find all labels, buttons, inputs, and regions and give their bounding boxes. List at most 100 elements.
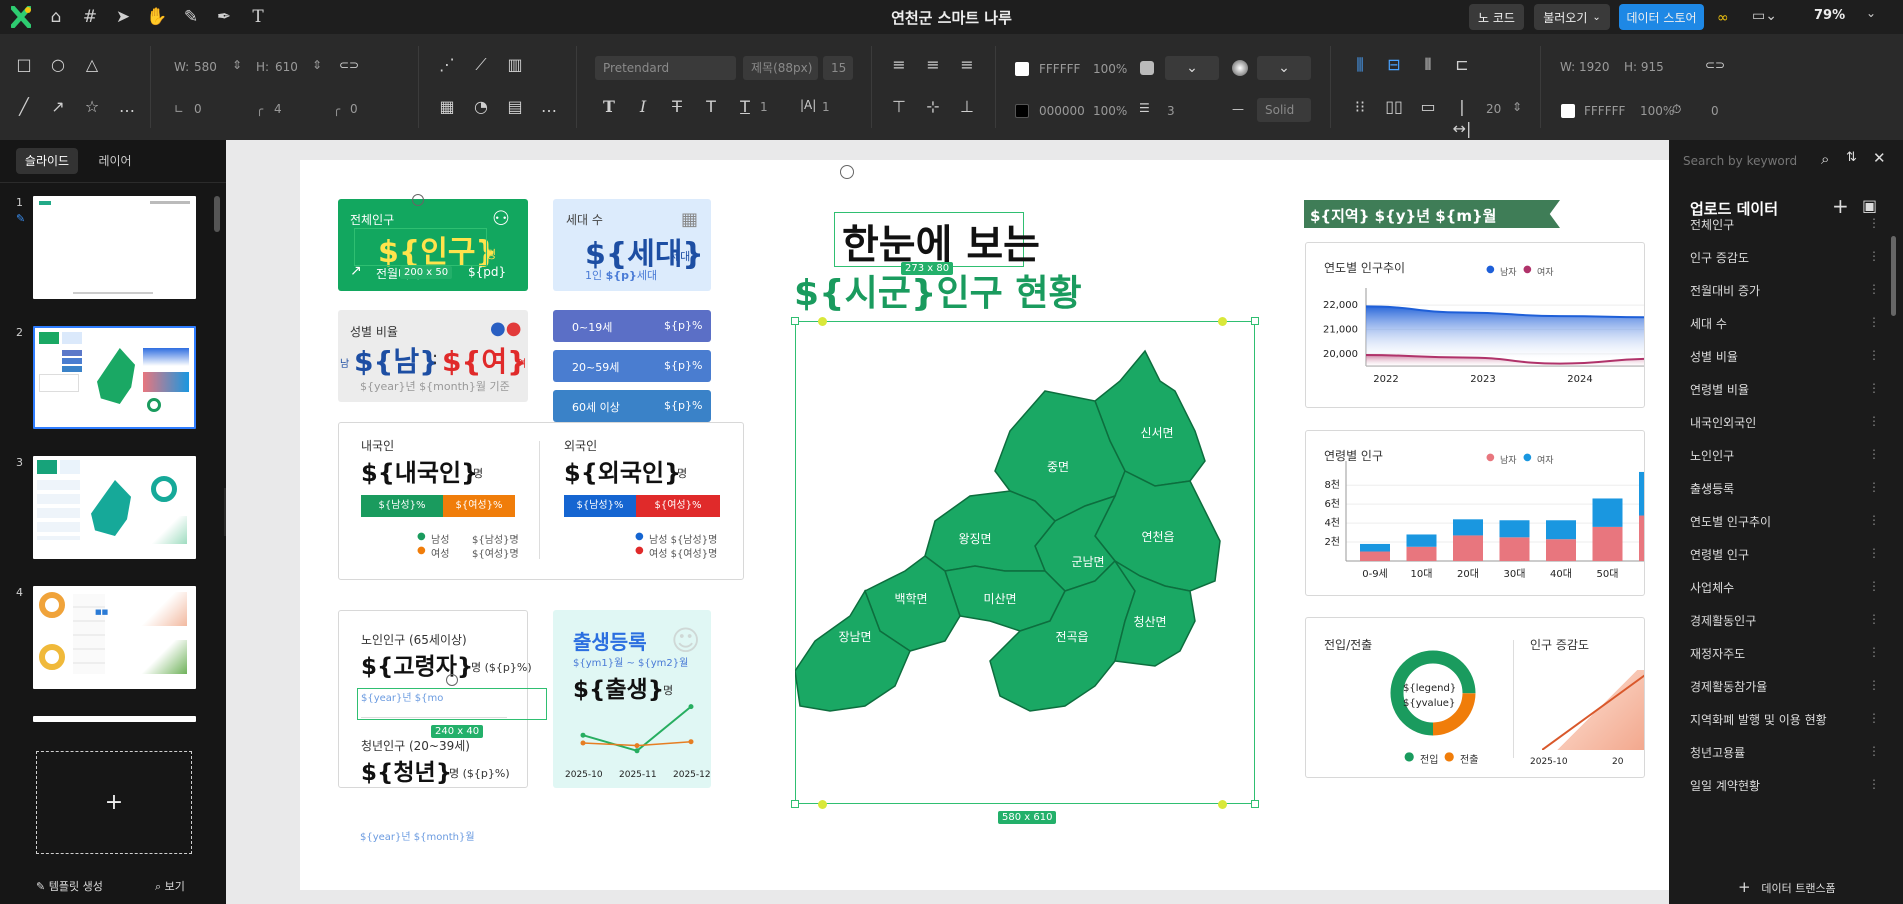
item-menu-icon[interactable]: ⋮ — [1868, 711, 1880, 725]
radius-value[interactable]: 4 — [274, 102, 282, 116]
resize-handle[interactable] — [1218, 800, 1227, 809]
item-menu-icon[interactable]: ⋮ — [1868, 249, 1880, 263]
gender-ratio-card[interactable]: 성별 비율 ●● 남 ${남} : ${여} 여 ${year}년 ${mont… — [338, 310, 528, 402]
page-fill-hex[interactable]: FFFFFF — [1584, 104, 1625, 118]
pen-icon[interactable]: ✒ — [212, 5, 236, 29]
item-menu-icon[interactable]: ⋮ — [1868, 414, 1880, 428]
data-item[interactable]: 지역화폐 발행 및 이용 현황 — [1690, 711, 1827, 728]
align-top-icon[interactable]: ⊤ — [888, 96, 910, 118]
households-card[interactable]: 세대 수 ▦ ${세대} 세대 1인 ${p}세대 — [553, 199, 711, 291]
item-menu-icon[interactable]: ⋮ — [1868, 546, 1880, 560]
data-item[interactable]: 경제활동참가율 — [1690, 678, 1767, 695]
w-stepper-icon[interactable]: ⇕ — [232, 58, 242, 72]
item-menu-icon[interactable]: ⋮ — [1868, 645, 1880, 659]
data-item[interactable]: 청년고용률 — [1690, 744, 1745, 761]
rotate-handle[interactable] — [412, 194, 424, 206]
timer-icon[interactable]: ⏱ — [1672, 102, 1681, 117]
blur-dropdown[interactable]: ⌄ — [1257, 56, 1311, 80]
line-icon[interactable]: ╱ — [13, 96, 35, 118]
fill-swatch[interactable] — [1015, 62, 1029, 76]
tab-slides[interactable]: 슬라이드 — [16, 148, 78, 174]
triangle-icon[interactable]: △ — [81, 54, 103, 76]
data-item[interactable]: 재정자주도 — [1690, 645, 1745, 662]
more-charts-icon[interactable]: … — [538, 96, 560, 118]
align-right-icon[interactable]: ≡ — [956, 54, 978, 76]
letter-spacing-icon[interactable]: |A| — [800, 98, 816, 112]
item-menu-icon[interactable]: ⋮ — [1868, 744, 1880, 758]
resize-handle[interactable] — [818, 317, 827, 326]
page-lock-icon[interactable]: ⊂⊃ — [1705, 58, 1725, 72]
search-input[interactable] — [1683, 150, 1813, 172]
zoom-chevron-icon[interactable]: ⌄ — [1866, 6, 1876, 20]
w-value[interactable]: 580 — [194, 60, 217, 74]
nationality-card[interactable]: 내국인 ${내국인} 명 ${남성}% ${여성}% ● 남성 ${남성}명 ●… — [338, 422, 744, 580]
stroke-swatch[interactable] — [1015, 104, 1029, 118]
line-height-value[interactable]: 1 — [760, 100, 768, 114]
item-menu-icon[interactable]: ⋮ — [1868, 579, 1880, 593]
page-width[interactable]: W: 1920 — [1560, 60, 1610, 74]
pie-chart-icon[interactable]: ◔ — [470, 96, 492, 118]
home-icon[interactable]: ⌂ — [44, 5, 68, 29]
scatter-chart-icon[interactable]: ⋰ — [436, 54, 458, 76]
data-item[interactable]: 전체인구 — [1690, 216, 1734, 233]
data-item[interactable]: 노인인구 — [1690, 447, 1734, 464]
close-icon[interactable]: ✕ — [1873, 149, 1886, 167]
data-item[interactable]: 전월대비 증가 — [1690, 282, 1760, 299]
font-style-input[interactable]: 제목(88px) — [743, 56, 818, 80]
ellipse-icon[interactable]: ○ — [47, 54, 69, 76]
data-item[interactable]: 연도별 인구추이 — [1690, 513, 1771, 530]
link-icon[interactable]: ∞ — [1717, 10, 1729, 26]
column-chart-icon[interactable]: ▦ — [436, 96, 458, 118]
map-region-wangjing[interactable] — [924, 490, 1057, 572]
star-icon[interactable]: ☆ — [81, 96, 103, 118]
item-menu-icon[interactable]: ⋮ — [1868, 678, 1880, 692]
resize-handle[interactable] — [1251, 800, 1259, 808]
stroke-style-input[interactable]: Solid — [1257, 98, 1311, 122]
data-item[interactable]: 인구 증감도 — [1690, 249, 1749, 266]
data-transform-button[interactable]: + 데이터 트랜스폼 — [1738, 878, 1836, 896]
page-fill-swatch[interactable] — [1561, 104, 1575, 118]
sort-icon[interactable]: ⇅ — [1846, 150, 1857, 165]
underline-icon[interactable]: T — [734, 96, 756, 118]
bold-icon[interactable]: T — [598, 96, 620, 118]
nocode-button[interactable]: 노 코드 — [1469, 4, 1524, 30]
age-bar-60plus[interactable]: 60세 이상 ${p}% — [553, 390, 711, 422]
item-menu-icon[interactable]: ⋮ — [1868, 348, 1880, 362]
item-menu-icon[interactable]: ⋮ — [1868, 216, 1880, 230]
page-time-value[interactable]: 0 — [1711, 104, 1719, 118]
fill-opacity[interactable]: 100% — [1093, 62, 1127, 76]
search-icon[interactable]: ⌕ — [1821, 150, 1829, 168]
zoom-level[interactable]: 79% — [1814, 8, 1845, 23]
data-item[interactable]: 연령별 인구 — [1690, 546, 1749, 563]
birth-card[interactable]: 출생등록 ${ym1}월 ~ ${ym2}월 ${출생} 명 ☺ 2025-10… — [553, 610, 711, 788]
item-menu-icon[interactable]: ⋮ — [1868, 381, 1880, 395]
item-menu-icon[interactable]: ⋮ — [1868, 612, 1880, 626]
resize-handle[interactable] — [818, 800, 827, 809]
fill-hex[interactable]: FFFFFF — [1039, 62, 1080, 76]
data-item[interactable]: 내국인외국인 — [1690, 414, 1756, 431]
add-slide-button[interactable]: + — [36, 751, 192, 854]
age-bar-0-19[interactable]: 0~19세 ${p}% — [553, 310, 711, 342]
more-shapes-icon[interactable]: … — [116, 96, 138, 118]
region-banner[interactable]: ${지역} ${y}년 ${m}월 — [1304, 200, 1560, 228]
resize-handle[interactable] — [1218, 317, 1227, 326]
corner-icon[interactable]: ╭ — [333, 102, 340, 116]
radius-icon[interactable]: ╭ — [256, 102, 263, 116]
text-tool-icon[interactable]: T — [246, 5, 270, 29]
rows-icon[interactable]: ▭ — [1417, 96, 1439, 118]
corner-value[interactable]: 0 — [350, 102, 358, 116]
calendar-search-icon[interactable]: ▣ — [1862, 196, 1877, 215]
datastore-button[interactable]: 데이터 스토어 — [1619, 4, 1704, 30]
stroke-width-value[interactable]: 3 — [1167, 104, 1175, 118]
align-left-icon[interactable]: ≡ — [888, 54, 910, 76]
aspect-lock-icon[interactable]: ⊂⊃ — [339, 58, 359, 72]
item-menu-icon[interactable]: ⋮ — [1868, 513, 1880, 527]
migration-card[interactable]: 전입/전출 ${legend} ${yvalue} ● 전입 ● 전출 인구 증… — [1305, 617, 1645, 778]
distribute-v-icon[interactable]: ⫼ — [1349, 54, 1371, 76]
grid-icon[interactable]: ⁝⁝ — [1349, 96, 1371, 118]
slide-thumbnail-4[interactable]: ■■ — [33, 586, 196, 689]
data-item[interactable]: 세대 수 — [1690, 315, 1727, 332]
shadow-icon[interactable] — [1140, 61, 1154, 75]
strikethrough-icon[interactable]: T — [666, 96, 688, 118]
arrow-icon[interactable]: ↗ — [47, 96, 69, 118]
